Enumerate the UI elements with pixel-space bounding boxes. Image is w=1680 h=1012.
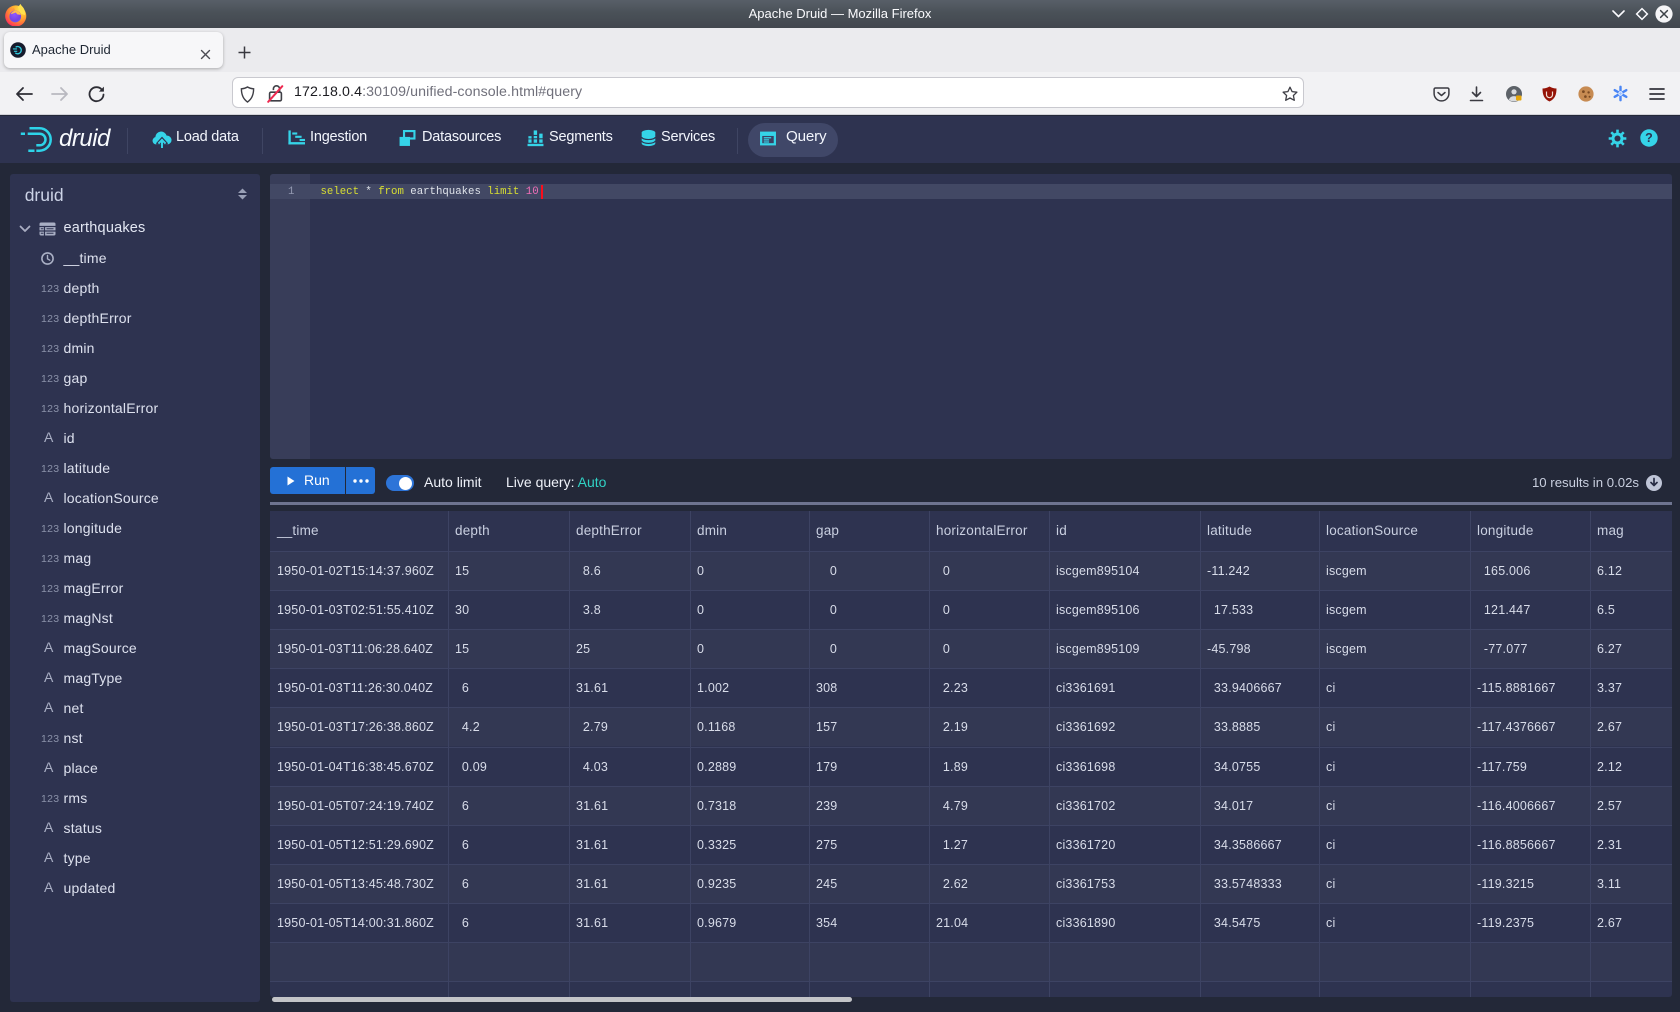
svg-text:?: ?	[1645, 131, 1653, 145]
